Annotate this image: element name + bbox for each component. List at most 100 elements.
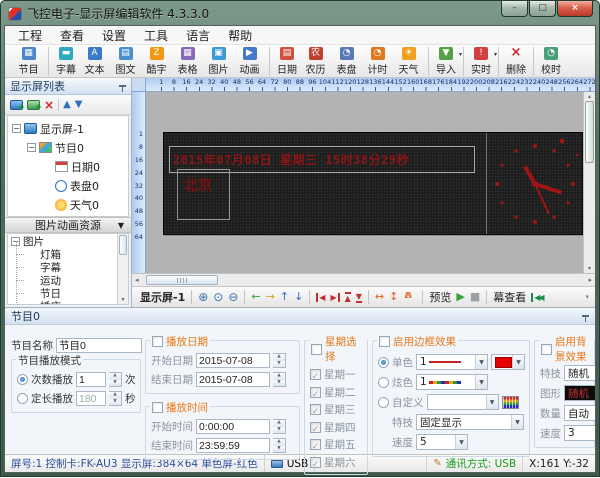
dropdown-button[interactable] (512, 355, 524, 369)
multi-color-radio[interactable] (378, 377, 389, 388)
menu-item[interactable]: 工程 (9, 27, 51, 44)
scrollbar-thumb[interactable] (146, 275, 218, 285)
dropdown-button[interactable] (455, 435, 467, 449)
scroll-up-icon[interactable]: ▴ (584, 93, 595, 100)
dropdown-button[interactable] (475, 375, 487, 389)
weekday-checkbox[interactable] (310, 422, 321, 433)
zoom-out-icon[interactable]: ⊖ (228, 290, 238, 304)
toolbar-button[interactable]: ☀ 天气 (393, 47, 424, 76)
led-screen-preview[interactable]: 2015年07月08日 星期三 15时38分29秒 北京 (163, 132, 583, 235)
toolbar-button[interactable]: 农 农历 (300, 47, 331, 76)
resource-item[interactable]: 运动 (8, 274, 128, 287)
spinner[interactable] (273, 438, 286, 453)
dropdown-button[interactable] (511, 415, 523, 429)
chevron-down-icon[interactable]: ▼ (118, 221, 124, 230)
play-count-radio[interactable] (17, 374, 28, 385)
scroll-down-icon[interactable]: ▾ (118, 296, 128, 303)
border-speed-select[interactable]: 5 (416, 434, 468, 450)
spinner[interactable] (273, 372, 286, 387)
weekday-checkbox[interactable] (310, 404, 321, 415)
play-icon[interactable]: ▶ (456, 290, 464, 304)
menu-item[interactable]: 语言 (177, 27, 219, 44)
align-left-icon[interactable]: ◀ (316, 293, 325, 302)
resource-item[interactable]: 字幕 (8, 261, 128, 274)
toolbar-button[interactable]: ▶ 动画 (234, 47, 265, 76)
align-top-icon[interactable]: ▲ (345, 292, 351, 303)
zoom-fit-icon[interactable]: ⊙ (213, 290, 223, 304)
palette-button[interactable] (502, 396, 519, 409)
tree-item[interactable]: 表盘0 (8, 176, 128, 195)
toolbar-button[interactable]: ▣ 图片 (203, 47, 234, 76)
weekday-checkbox[interactable] (310, 369, 321, 380)
fixed-length-input[interactable] (76, 391, 106, 406)
toolbar-button[interactable]: ▤ 日期 (269, 47, 300, 76)
add-program-button[interactable] (27, 100, 40, 110)
weekday-checkbox[interactable] (310, 387, 321, 398)
weekday-checkbox[interactable] (310, 439, 321, 450)
background-shape-select[interactable]: 随机 (564, 385, 595, 401)
maximize-button[interactable]: □ (529, 1, 556, 17)
border-color-select[interactable] (491, 354, 525, 370)
spinner[interactable] (109, 391, 122, 406)
background-speed-select[interactable]: 3 (564, 425, 595, 441)
weekday-select-checkbox[interactable] (311, 344, 322, 355)
tree-item[interactable]: − 显示屏-1 (8, 119, 128, 138)
toolbar-button[interactable]: ▦ 表格 (172, 47, 203, 76)
stretch-horizontal-icon[interactable]: ↔ (375, 290, 384, 304)
screen-view-button[interactable]: 幕查看 (493, 289, 526, 305)
align-bottom-icon[interactable]: ▼ (356, 292, 362, 303)
move-up-icon[interactable]: ↑ (280, 290, 289, 304)
overflow-chevron-icon[interactable]: ▾ (585, 293, 589, 301)
toolbar-button[interactable]: ▼ 导入 ▾ (428, 47, 459, 76)
border-effect-checkbox[interactable] (379, 336, 390, 347)
dropdown-arrow-icon[interactable]: ▾ (459, 51, 462, 58)
resource-item[interactable]: − 图片 (8, 235, 128, 248)
start-time-input[interactable] (196, 419, 270, 434)
single-color-radio[interactable] (378, 357, 389, 368)
background-fx-select[interactable]: 随机 (564, 365, 595, 381)
design-canvas[interactable]: 2015年07月08日 星期三 15时38分29秒 北京 (146, 92, 583, 273)
scrollbar-thumb[interactable] (585, 101, 594, 163)
city-region[interactable]: 北京 (177, 169, 230, 220)
toolbar-button[interactable]: ◔ 校时 (533, 47, 564, 76)
single-color-style-select[interactable]: 1 (416, 354, 488, 370)
spinner[interactable] (273, 353, 286, 368)
toolbar-button[interactable]: ! 实时 ▾ (463, 47, 494, 76)
title-bar[interactable]: 飞控电子-显示屏编辑软件 4.3.3.0 – □ × (4, 2, 596, 25)
menu-item[interactable]: 设置 (93, 27, 135, 44)
pin-icon[interactable] (582, 315, 589, 317)
menu-item[interactable]: 工具 (135, 27, 177, 44)
resource-scrollbar[interactable]: ▾ (117, 234, 128, 304)
move-up-button[interactable]: ▲ (63, 100, 71, 110)
move-left-icon[interactable]: ← (251, 290, 260, 304)
multi-color-style-select[interactable]: 1 (416, 374, 488, 390)
vertical-scrollbar[interactable]: ▴ ▾ (583, 92, 595, 273)
horizontal-scrollbar[interactable]: ◂ ▸ (132, 273, 595, 286)
toolbar-button[interactable]: ▦ 节目 (13, 47, 44, 76)
zoom-in-icon[interactable]: ⊕ (198, 290, 208, 304)
minimize-button[interactable]: – (501, 1, 528, 17)
toolbar-button[interactable]: ▬ 字幕 (48, 47, 79, 76)
dropdown-button[interactable] (475, 355, 487, 369)
toolbar-button[interactable]: × 删除 (498, 47, 529, 76)
scroll-down-icon[interactable]: ▾ (584, 265, 595, 272)
toolbar-button[interactable]: Z 酷字 (141, 47, 172, 76)
tree-item[interactable]: 天气0 (8, 195, 128, 214)
custom-style-select[interactable] (427, 394, 499, 410)
program-name-input[interactable] (56, 338, 142, 353)
rewind-icon[interactable]: ◀◀ (531, 293, 542, 302)
tree-item[interactable]: 日期0 (8, 157, 128, 176)
stretch-vertical-icon[interactable]: ↕ (389, 290, 398, 304)
spinner[interactable] (273, 419, 286, 434)
toolbar-button[interactable]: ▤ 图文 (110, 47, 141, 76)
play-count-input[interactable] (76, 372, 106, 387)
toolbar-button[interactable]: ◔ 表盘 (331, 47, 362, 76)
resource-item[interactable]: 婚庆 (8, 300, 128, 305)
scroll-right-icon[interactable]: ▸ (588, 276, 592, 284)
resource-item[interactable]: 灯箱 (8, 248, 128, 261)
start-date-input[interactable] (196, 353, 270, 368)
end-date-input[interactable] (196, 372, 270, 387)
background-effect-checkbox[interactable] (541, 344, 552, 355)
move-down-icon[interactable]: ↓ (294, 290, 303, 304)
move-down-button[interactable]: ▼ (75, 100, 83, 110)
